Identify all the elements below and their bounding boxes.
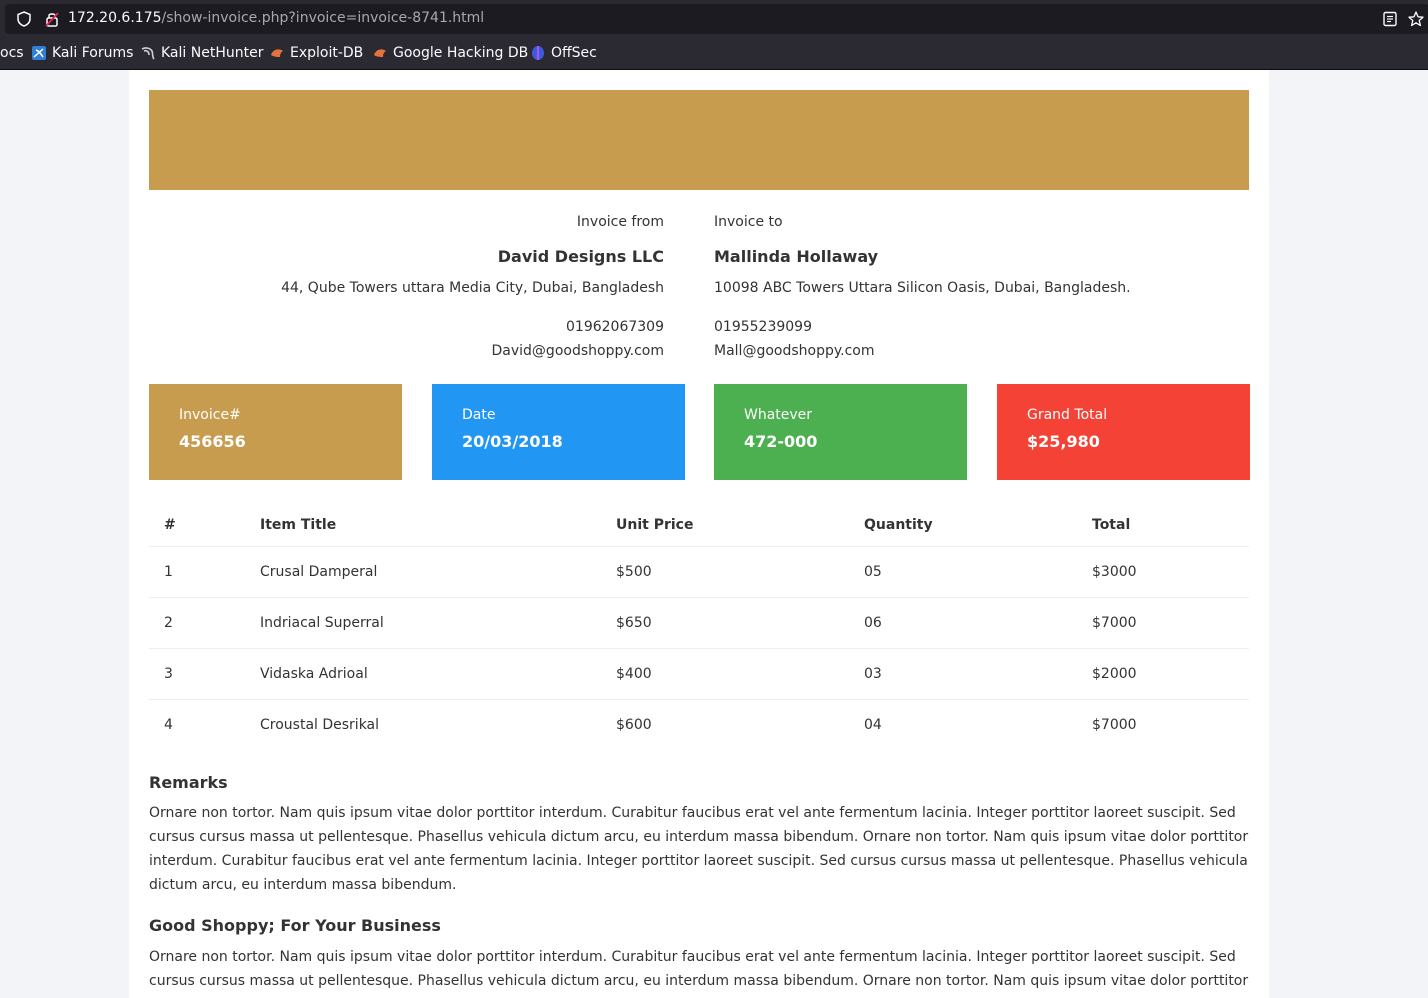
card-label: Invoice#	[179, 407, 241, 423]
bookmarks-toolbar: ocs Kali Forums Kali NetHunter Exploit-D…	[0, 38, 1428, 68]
table-cell: Indriacal Superral	[245, 597, 601, 649]
table-cell: $2000	[1077, 648, 1249, 700]
browser-toolbar: 172.20.6.175/show-invoice.php?invoice=in…	[0, 0, 1428, 70]
business-heading: Good Shoppy; For Your Business	[149, 916, 441, 935]
business-text: Ornare non tortor. Nam quis ipsum vitae …	[149, 949, 1249, 989]
card-value: 20/03/2018	[462, 432, 563, 451]
column-header: Quantity	[849, 504, 1077, 547]
bookmark-star-icon[interactable]	[1407, 10, 1425, 28]
table-cell: Vidaska Adrioal	[245, 648, 601, 700]
bookmark-label: Kali NetHunter	[161, 45, 264, 61]
bookmark-kali-nethunter[interactable]: Kali NetHunter	[140, 45, 263, 61]
grand-total-card: Grand Total $25,980	[997, 384, 1250, 480]
table-row: 4 Croustal Desrikal $600 04 $7000	[149, 700, 1249, 751]
table-cell: $7000	[1077, 597, 1249, 649]
bookmark-docs[interactable]: ocs	[0, 45, 24, 61]
table-cell: $400	[601, 648, 849, 700]
kali-nethunter-icon	[141, 47, 155, 60]
offsec-icon	[532, 46, 544, 60]
recipient-name: Mallinda Hollaway	[714, 247, 879, 266]
card-label: Whatever	[744, 407, 813, 423]
bookmark-label: Exploit-DB	[290, 45, 364, 61]
table-cell: $650	[601, 597, 849, 649]
sender-address: 44, Qube Towers uttara Media City, Dubai…	[281, 280, 664, 296]
ghdb-icon	[374, 49, 386, 57]
address-bar[interactable]: 172.20.6.175/show-invoice.php?invoice=in…	[5, 4, 1428, 34]
table-cell: $600	[616, 717, 652, 733]
recipient-phone: 01955239099	[714, 319, 812, 335]
whatever-card: Whatever 472-000	[714, 384, 967, 480]
table-header-row: # Item Title Unit Price Quantity Total	[149, 504, 1249, 547]
invoice-page: Invoice from David Designs LLC 44, Qube …	[129, 70, 1269, 998]
table-cell: 2	[149, 597, 245, 649]
table-cell: 3	[149, 648, 245, 700]
bookmark-kali-forums[interactable]: Kali Forums	[31, 45, 133, 61]
sender-phone: 01962067309	[566, 319, 664, 335]
url-text[interactable]: 172.20.6.175/show-invoice.php?invoice=in…	[68, 10, 484, 26]
column-header: #	[149, 504, 245, 547]
invoice-from-label: Invoice from	[576, 214, 664, 230]
exploit-db-icon	[271, 49, 283, 57]
bookmark-google-hacking-db[interactable]: Google Hacking DB	[372, 45, 528, 61]
invoice-from-block: Invoice from David Designs LLC 44, Qube …	[149, 212, 664, 361]
invoice-banner	[149, 90, 1249, 190]
table-cell: 06	[849, 597, 1077, 649]
table-cell: 1	[149, 546, 245, 598]
card-label: Date	[462, 407, 496, 423]
sender-email: David@goodshoppy.com	[491, 343, 664, 359]
kali-forums-icon	[32, 46, 46, 60]
remarks-text: Ornare non tortor. Nam quis ipsum vitae …	[149, 805, 1249, 893]
recipient-address: 10098 ABC Towers Uttara Silicon Oasis, D…	[714, 280, 1131, 296]
bookmark-label: ocs	[0, 45, 24, 61]
url-path: /show-invoice.php?invoice=invoice-8741.h…	[161, 10, 485, 26]
column-header: Unit Price	[601, 504, 849, 547]
column-header: Item Title	[245, 504, 601, 547]
card-value: $25,980	[1027, 432, 1100, 451]
table-cell: Croustal Desrikal	[260, 717, 380, 733]
table-row: 1 Crusal Damperal $500 05 $3000	[149, 546, 1249, 598]
invoice-to-block: Invoice to Mallinda Hollaway 10098 ABC T…	[714, 212, 1229, 361]
date-card: Date 20/03/2018	[432, 384, 685, 480]
card-value: 472-000	[744, 432, 818, 451]
card-value: 456656	[179, 432, 246, 451]
invoice-number-card: Invoice# 456656	[149, 384, 402, 480]
table-cell: 03	[849, 648, 1077, 700]
table-row: 3 Vidaska Adrioal $400 03 $2000	[149, 648, 1249, 700]
insecure-lock-icon[interactable]	[43, 10, 61, 28]
table-row: 2 Indriacal Superral $650 06 $7000	[149, 597, 1249, 649]
table-cell: 05	[849, 546, 1077, 598]
items-table: # Item Title Unit Price Quantity Total 1…	[149, 504, 1249, 750]
table-cell: 04	[864, 717, 882, 733]
reader-view-icon[interactable]	[1381, 10, 1399, 28]
sender-name: David Designs LLC	[497, 247, 664, 266]
url-host: 172.20.6.175	[68, 10, 162, 26]
invoice-to-label: Invoice to	[714, 214, 783, 230]
table-cell: 4	[164, 717, 173, 733]
bookmark-offsec[interactable]: OffSec	[530, 45, 597, 61]
column-header: Total	[1077, 504, 1249, 547]
recipient-email: Mall@goodshoppy.com	[714, 343, 875, 359]
bookmark-exploit-db[interactable]: Exploit-DB	[269, 45, 363, 61]
table-cell: $500	[601, 546, 849, 598]
table-cell: $7000	[1092, 717, 1137, 733]
table-cell: $3000	[1077, 546, 1249, 598]
table-cell: Crusal Damperal	[245, 546, 601, 598]
bookmark-label: Google Hacking DB	[393, 45, 529, 61]
card-label: Grand Total	[1027, 407, 1108, 423]
tracking-shield-icon[interactable]	[15, 10, 33, 28]
bookmark-label: OffSec	[551, 45, 597, 61]
remarks-heading: Remarks	[149, 773, 228, 792]
bookmark-label: Kali Forums	[52, 45, 134, 61]
